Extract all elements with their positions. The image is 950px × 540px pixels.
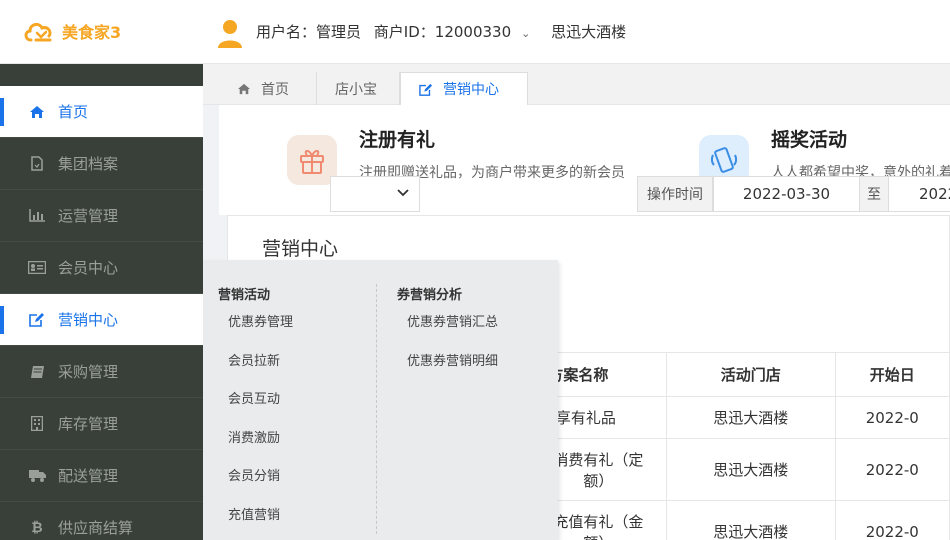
sidebar-item-group-archive[interactable]: 集团档案 xyxy=(0,138,203,190)
store-cell: 思迅大酒楼 xyxy=(665,438,836,501)
id-card-icon xyxy=(28,259,46,277)
date-from-input[interactable]: 2022-03-30 xyxy=(713,176,860,212)
time-label: 操作时间 xyxy=(637,176,713,212)
marketing-submenu: 营销活动 优惠券管理 会员拉新 会员互动 消费激励 会员分销 充值营销 券营销分… xyxy=(203,260,558,540)
tab-home[interactable]: 首页 xyxy=(219,72,317,105)
submenu-col-coupon-analysis: 券营销分析 优惠券营销汇总 优惠券营销明细 xyxy=(397,284,498,390)
merchant-id-dropdown[interactable]: 商户ID：12000330 ⌄ xyxy=(374,23,539,41)
sidebar-item-members[interactable]: 会员中心 xyxy=(0,242,203,294)
home-icon xyxy=(237,83,251,95)
table-row: 充值有礼（金额） 思迅大酒楼 2022-0 xyxy=(490,500,950,540)
sidebar-item-label: 运营管理 xyxy=(58,207,119,225)
submenu-item-consumption-incentive[interactable]: 消费激励 xyxy=(218,429,293,468)
submenu-heading: 券营销分析 xyxy=(397,288,463,303)
start-date-cell: 2022-0 xyxy=(834,500,950,540)
submenu-item-member-interaction[interactable]: 会员互动 xyxy=(218,390,293,429)
user-info: 用户名：管理员 商户ID：12000330 ⌄ 思迅大酒楼 xyxy=(256,21,634,42)
promo-title: 摇奖活动 xyxy=(771,129,848,151)
sidebar-item-operations[interactable]: 运营管理 xyxy=(0,190,203,242)
marketing-table: 方案名称 活动门店 开始日 分享有礼品 思迅大酒楼 2022-0 消费有礼（定额… xyxy=(490,352,950,540)
sidebar-item-label: 采购管理 xyxy=(58,363,119,381)
sidebar-item-marketing[interactable]: 营销中心 xyxy=(0,294,203,346)
table-row: 分享有礼品 思迅大酒楼 2022-0 xyxy=(490,396,950,439)
filter-select[interactable] xyxy=(330,176,420,212)
edit-icon xyxy=(28,311,46,329)
building-icon xyxy=(28,415,46,433)
store-cell: 思迅大酒楼 xyxy=(665,396,836,439)
sidebar: 首页 集团档案 运营管理 会员中心 营销中心 采购管理 库存管理 配送管理 ₿ … xyxy=(0,64,203,540)
edit-icon xyxy=(419,83,433,96)
sidebar-item-label: 配送管理 xyxy=(58,467,119,485)
bar-chart-icon xyxy=(28,207,46,225)
tab-label: 店小宝 xyxy=(335,81,377,98)
submenu-divider xyxy=(376,284,377,534)
start-date-cell: 2022-0 xyxy=(834,396,950,439)
bitcoin-icon: ₿ xyxy=(31,520,43,536)
submenu-item-member-acquisition[interactable]: 会员拉新 xyxy=(218,352,293,391)
promo-title: 注册有礼 xyxy=(359,129,436,151)
submenu-item-member-distribution[interactable]: 会员分销 xyxy=(218,467,293,506)
sidebar-item-home[interactable]: 首页 xyxy=(0,86,203,138)
sidebar-item-supplier-settlement[interactable]: ₿ 供应商结算 xyxy=(0,502,203,540)
table-row: 消费有礼（定额） 思迅大酒楼 2022-0 xyxy=(490,438,950,501)
chevron-down-icon xyxy=(397,186,409,200)
tab-marketing-center[interactable]: 营销中心 xyxy=(400,72,528,105)
sidebar-item-delivery[interactable]: 配送管理 xyxy=(0,450,203,502)
submenu-item-coupon-detail[interactable]: 优惠券营销明细 xyxy=(397,352,498,391)
app-logo[interactable]: 美食家3 xyxy=(22,18,121,44)
sidebar-item-label: 供应商结算 xyxy=(58,519,134,537)
panel-title: 营销中心 xyxy=(262,238,339,260)
truck-icon xyxy=(28,467,46,485)
column-header: 开始日 xyxy=(834,352,950,397)
sidebar-item-label: 集团档案 xyxy=(58,155,119,173)
sidebar-item-label: 首页 xyxy=(58,103,89,121)
merchant-id-label: 商户ID：12000330 xyxy=(373,23,512,41)
submenu-heading: 营销活动 xyxy=(218,288,271,303)
to-label: 至 xyxy=(859,176,889,212)
sidebar-item-purchasing[interactable]: 采购管理 xyxy=(0,346,203,398)
store-cell: 思迅大酒楼 xyxy=(665,500,836,540)
column-header: 活动门店 xyxy=(665,352,836,397)
file-icon xyxy=(28,155,46,173)
store-name: 思迅大酒楼 xyxy=(551,23,627,41)
submenu-item-coupon-summary[interactable]: 优惠券营销汇总 xyxy=(397,313,498,352)
home-icon xyxy=(28,103,46,121)
submenu-col-marketing: 营销活动 优惠券管理 会员拉新 会员互动 消费激励 会员分销 充值营销 xyxy=(218,284,293,540)
submenu-item-recharge-marketing[interactable]: 充值营销 xyxy=(218,506,293,540)
submenu-item-coupon-management[interactable]: 优惠券管理 xyxy=(218,313,293,352)
top-header: 美食家3 用户名：管理员 商户ID：12000330 ⌄ 思迅大酒楼 xyxy=(0,0,950,64)
chevron-down-icon: ⌄ xyxy=(521,27,531,40)
user-avatar-icon[interactable] xyxy=(216,18,244,48)
app-name: 美食家3 xyxy=(62,23,122,42)
sidebar-item-label: 库存管理 xyxy=(58,415,119,433)
tab-label: 首页 xyxy=(261,81,289,98)
start-date-cell: 2022-0 xyxy=(834,438,950,501)
book-icon xyxy=(28,363,46,381)
sidebar-item-inventory[interactable]: 库存管理 xyxy=(0,398,203,450)
sidebar-item-label: 会员中心 xyxy=(58,259,119,277)
tab-bar: 首页 店小宝 营销中心 xyxy=(203,64,950,105)
tab-label: 营销中心 xyxy=(443,82,499,98)
tab-dianxiaobao[interactable]: 店小宝 xyxy=(317,72,400,105)
cloud-logo-icon xyxy=(24,22,52,42)
date-to-input[interactable]: 2022 xyxy=(888,176,950,212)
username-label: 用户名：管理员 xyxy=(256,23,362,41)
sidebar-item-label: 营销中心 xyxy=(58,311,119,329)
